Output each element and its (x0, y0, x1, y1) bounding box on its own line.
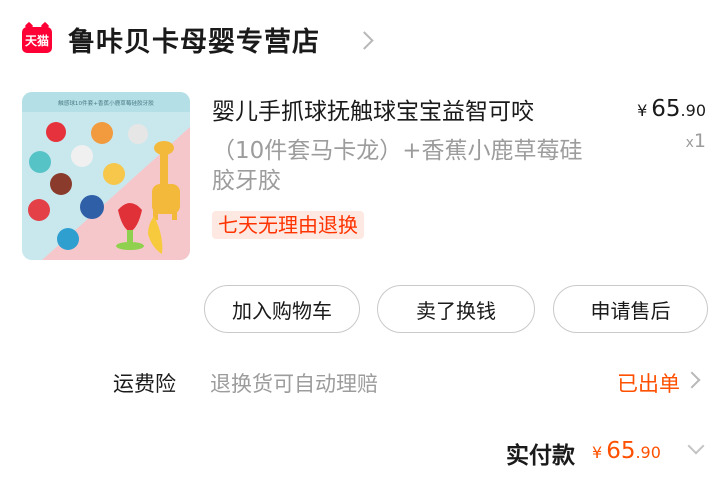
qty-prefix: x (685, 135, 694, 151)
total-int: 65 (606, 438, 636, 464)
shipping-insurance-desc: 退换货可自动理赔 (210, 372, 378, 396)
product-image-caption: 触感球10件套+香蕉小鹿草莓硅胶牙胶 (58, 99, 154, 107)
product-price: ¥65.90 (637, 96, 706, 122)
shipping-insurance-label: 运费险 (113, 372, 176, 396)
chevron-down-icon[interactable] (687, 437, 705, 455)
chevron-right-icon[interactable] (355, 31, 374, 50)
currency-symbol: ¥ (637, 101, 648, 120)
currency-symbol: ¥ (592, 443, 603, 462)
shop-name[interactable]: 鲁咔贝卡母婴专营店 (68, 20, 320, 59)
product-spec: （10件套马卡龙）+香蕉小鹿草莓硅胶牙胶 (212, 138, 583, 194)
product-image[interactable]: 触感球10件套+香蕉小鹿草莓硅胶牙胶 (22, 92, 190, 260)
product-title[interactable]: 婴儿手抓球抚触球宝宝益智可咬 (212, 92, 534, 126)
chevron-right-icon[interactable] (683, 371, 701, 389)
shipping-insurance-status[interactable]: 已出单 (617, 368, 680, 398)
price-decimal: .90 (680, 101, 706, 120)
total-decimal: .90 (635, 443, 661, 462)
product-quantity: x1 (686, 130, 706, 152)
tmall-logo-text: 天猫 (24, 33, 49, 48)
return-policy-badge: 七天无理由退换 (212, 211, 364, 239)
qty-value: 1 (693, 130, 706, 152)
tmall-logo: 天猫 (22, 27, 52, 53)
add-to-cart-button[interactable]: 加入购物车 (204, 285, 360, 333)
resell-button[interactable]: 卖了换钱 (377, 285, 535, 333)
price-int: 65 (651, 96, 681, 122)
total-paid-amount: ¥65.90 (592, 438, 661, 464)
total-paid-label: 实付款 (506, 443, 575, 469)
after-sales-button[interactable]: 申请售后 (553, 285, 708, 333)
